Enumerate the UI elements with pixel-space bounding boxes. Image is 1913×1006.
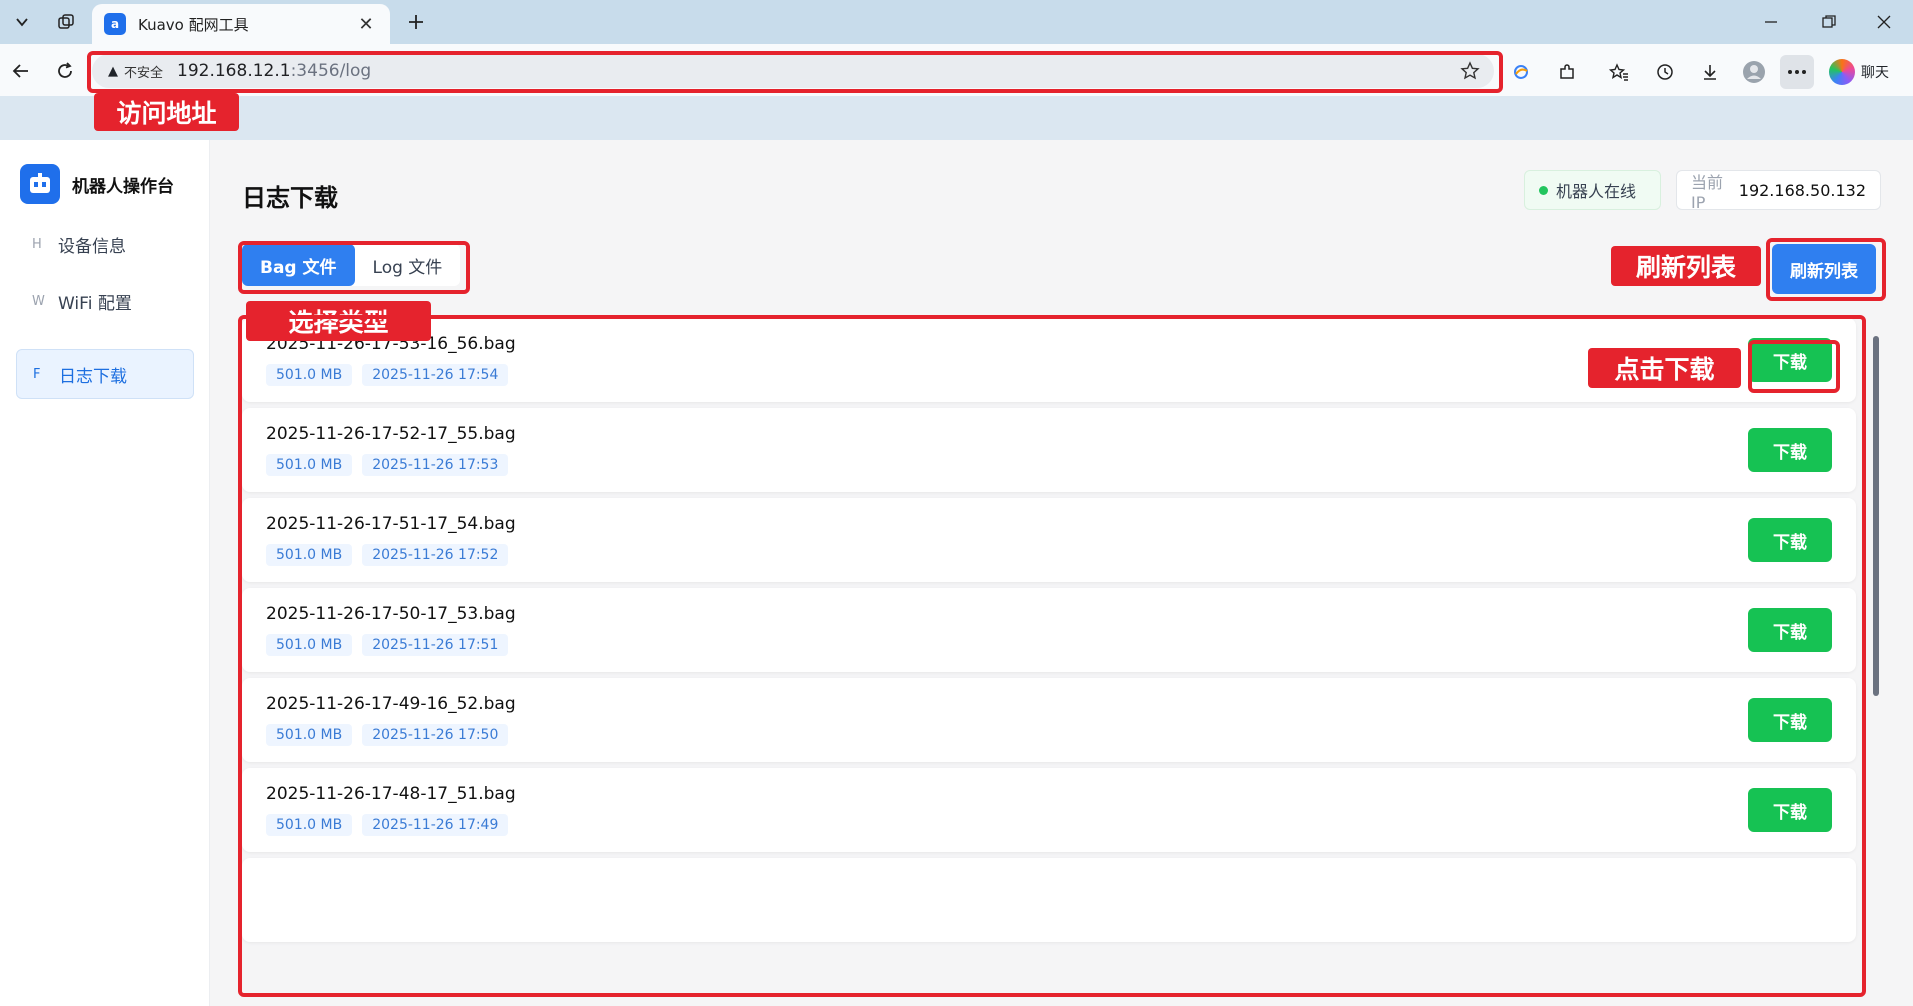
url-path: :3456/log <box>290 61 372 81</box>
plus-icon <box>409 15 423 29</box>
file-name: 2025-11-26-17-50-17_53.bag <box>266 604 516 624</box>
minimize-icon <box>1765 21 1777 23</box>
online-dot-icon <box>1539 185 1548 195</box>
file-name: 2025-11-26-17-52-17_55.bag <box>266 424 516 444</box>
brand-name: 机器人操作台 <box>72 176 174 197</box>
list-item: 2025-11-26-17-51-17_54.bag 501.0 MB 2025-… <box>242 498 1856 582</box>
annotation-strip <box>0 96 1913 140</box>
restore-icon <box>1822 15 1836 28</box>
file-size-tag: 501.0 MB <box>266 364 353 386</box>
robot-status-badge: 机器人在线 <box>1524 170 1661 210</box>
insecure-label: 不安全 <box>124 65 164 81</box>
file-size-tag: 501.0 MB <box>266 454 353 476</box>
favorites-icon[interactable] <box>1602 55 1636 89</box>
downloads-icon[interactable] <box>1693 55 1727 89</box>
chat-label: 聊天 <box>1861 65 1889 81</box>
status-text: 机器人在线 <box>1556 182 1637 201</box>
file-size-tag: 501.0 MB <box>266 544 353 566</box>
warning-icon: ▲ <box>108 63 118 79</box>
file-name: 2025-11-26-17-51-17_54.bag <box>266 514 516 534</box>
download-button[interactable]: 下载 <box>1748 518 1832 562</box>
list-scrollbar[interactable] <box>1870 318 1882 978</box>
tab-list-button[interactable] <box>6 6 38 38</box>
back-button[interactable] <box>4 54 38 88</box>
copilot-icon <box>1829 59 1855 85</box>
chevron-down-icon <box>16 18 28 27</box>
tab-bag-files[interactable]: Bag 文件 <box>242 244 355 286</box>
download-button[interactable]: 下载 <box>1748 608 1832 652</box>
download-button[interactable]: 下载 <box>1748 698 1832 742</box>
tab-log-files[interactable]: Log 文件 <box>355 244 461 286</box>
address-bar[interactable]: ▲ 不安全 192.168.12.1:3456/log <box>92 54 1494 88</box>
sidebar-item-label: 日志下载 <box>59 366 127 387</box>
close-window-button[interactable] <box>1855 0 1913 44</box>
minimize-button[interactable] <box>1742 0 1800 44</box>
copilot-chat-button[interactable]: 聊天 <box>1829 55 1909 89</box>
list-item: 2025-11-26-17-52-17_55.bag 501.0 MB 2025-… <box>242 408 1856 492</box>
download-button[interactable]: 下载 <box>1748 788 1832 832</box>
download-button[interactable]: 下载 <box>1748 428 1832 472</box>
history-icon[interactable] <box>1648 55 1682 89</box>
sidebar-item-wifi-config[interactable]: W WiFi 配置 <box>16 276 194 326</box>
sidebar-item-label: WiFi 配置 <box>58 293 132 314</box>
annotation-refresh-label: 刷新列表 <box>1611 246 1761 286</box>
file-size-tag: 501.0 MB <box>266 724 353 746</box>
refresh-list-button[interactable]: 刷新列表 <box>1772 244 1876 294</box>
file-size-tag: 501.0 MB <box>266 814 353 836</box>
file-type-switch: Bag 文件 Log 文件 <box>242 244 461 286</box>
file-size-tag: 501.0 MB <box>266 634 353 656</box>
annotation-type-label: 选择类型 <box>246 301 431 341</box>
tab-title: Kuavo 配网工具 <box>138 15 249 34</box>
sidebar-item-log-download[interactable]: F 日志下载 <box>16 349 194 399</box>
sidebar-item-key: H <box>32 236 42 252</box>
reload-button[interactable] <box>48 54 82 88</box>
extensions-icon[interactable] <box>1550 55 1584 89</box>
brand: 机器人操作台 <box>20 164 174 204</box>
robot-logo-icon <box>20 164 60 204</box>
profile-avatar-icon[interactable] <box>1737 55 1771 89</box>
file-time-tag: 2025-11-26 17:54 <box>362 364 509 386</box>
sidebar-item-device-info[interactable]: H 设备信息 <box>16 219 194 269</box>
sidebar: 机器人操作台 H 设备信息 W WiFi 配置 F 日志下载 <box>0 140 210 1006</box>
annotation-address-label: 访问地址 <box>94 93 239 131</box>
restore-button[interactable] <box>1800 0 1858 44</box>
page-title: 日志下载 <box>242 184 338 212</box>
file-time-tag: 2025-11-26 17:49 <box>362 814 509 836</box>
arrow-left-icon <box>12 64 28 78</box>
file-time-tag: 2025-11-26 17:51 <box>362 634 509 656</box>
more-menu-icon[interactable] <box>1780 55 1814 89</box>
list-item-partial <box>242 858 1856 942</box>
file-time-tag: 2025-11-26 17:53 <box>362 454 509 476</box>
browser-tab-bar: a Kuavo 配网工具 ✕ <box>0 0 1913 44</box>
tab-close-icon[interactable]: ✕ <box>352 10 380 38</box>
reload-icon <box>58 62 72 78</box>
current-ip-badge: 当前 IP 192.168.50.132 <box>1676 170 1881 212</box>
app-favicon-icon: a <box>104 13 126 35</box>
sidebar-item-label: 设备信息 <box>58 236 126 257</box>
new-tab-button[interactable] <box>400 6 432 38</box>
workspaces-icon <box>58 14 74 29</box>
file-list: 2025-11-26-17-53-16_56.bag 501.0 MB 2025-… <box>242 318 1876 1006</box>
annotation-download-label: 点击下载 <box>1588 348 1741 388</box>
file-name: 2025-11-26-17-49-16_52.bag <box>266 694 516 714</box>
favorite-star-icon[interactable] <box>1458 59 1482 83</box>
list-item: 2025-11-26-17-48-17_51.bag 501.0 MB 2025-… <box>242 768 1856 852</box>
ip-label: 当前 IP <box>1691 172 1724 212</box>
download-button[interactable]: 下载 <box>1748 338 1832 382</box>
browser-essentials-icon[interactable] <box>1504 55 1538 89</box>
browser-tab-active[interactable]: a Kuavo 配网工具 ✕ <box>92 4 390 44</box>
file-name: 2025-11-26-17-48-17_51.bag <box>266 784 516 804</box>
ip-value: 192.168.50.132 <box>1738 180 1866 200</box>
file-time-tag: 2025-11-26 17:50 <box>362 724 509 746</box>
browser-toolbar: ▲ 不安全 192.168.12.1:3456/log 聊天 <box>0 44 1913 96</box>
scrollbar-thumb[interactable] <box>1873 336 1879 696</box>
list-item: 2025-11-26-17-50-17_53.bag 501.0 MB 2025-… <box>242 588 1856 672</box>
sidebar-item-key: W <box>32 293 45 309</box>
list-item: 2025-11-26-17-49-16_52.bag 501.0 MB 2025-… <box>242 678 1856 762</box>
url-host: 192.168.12.1 <box>177 61 291 81</box>
sidebar-item-key: F <box>33 366 41 382</box>
workspaces-button[interactable] <box>50 6 82 38</box>
close-icon <box>1877 15 1891 29</box>
file-time-tag: 2025-11-26 17:52 <box>362 544 509 566</box>
